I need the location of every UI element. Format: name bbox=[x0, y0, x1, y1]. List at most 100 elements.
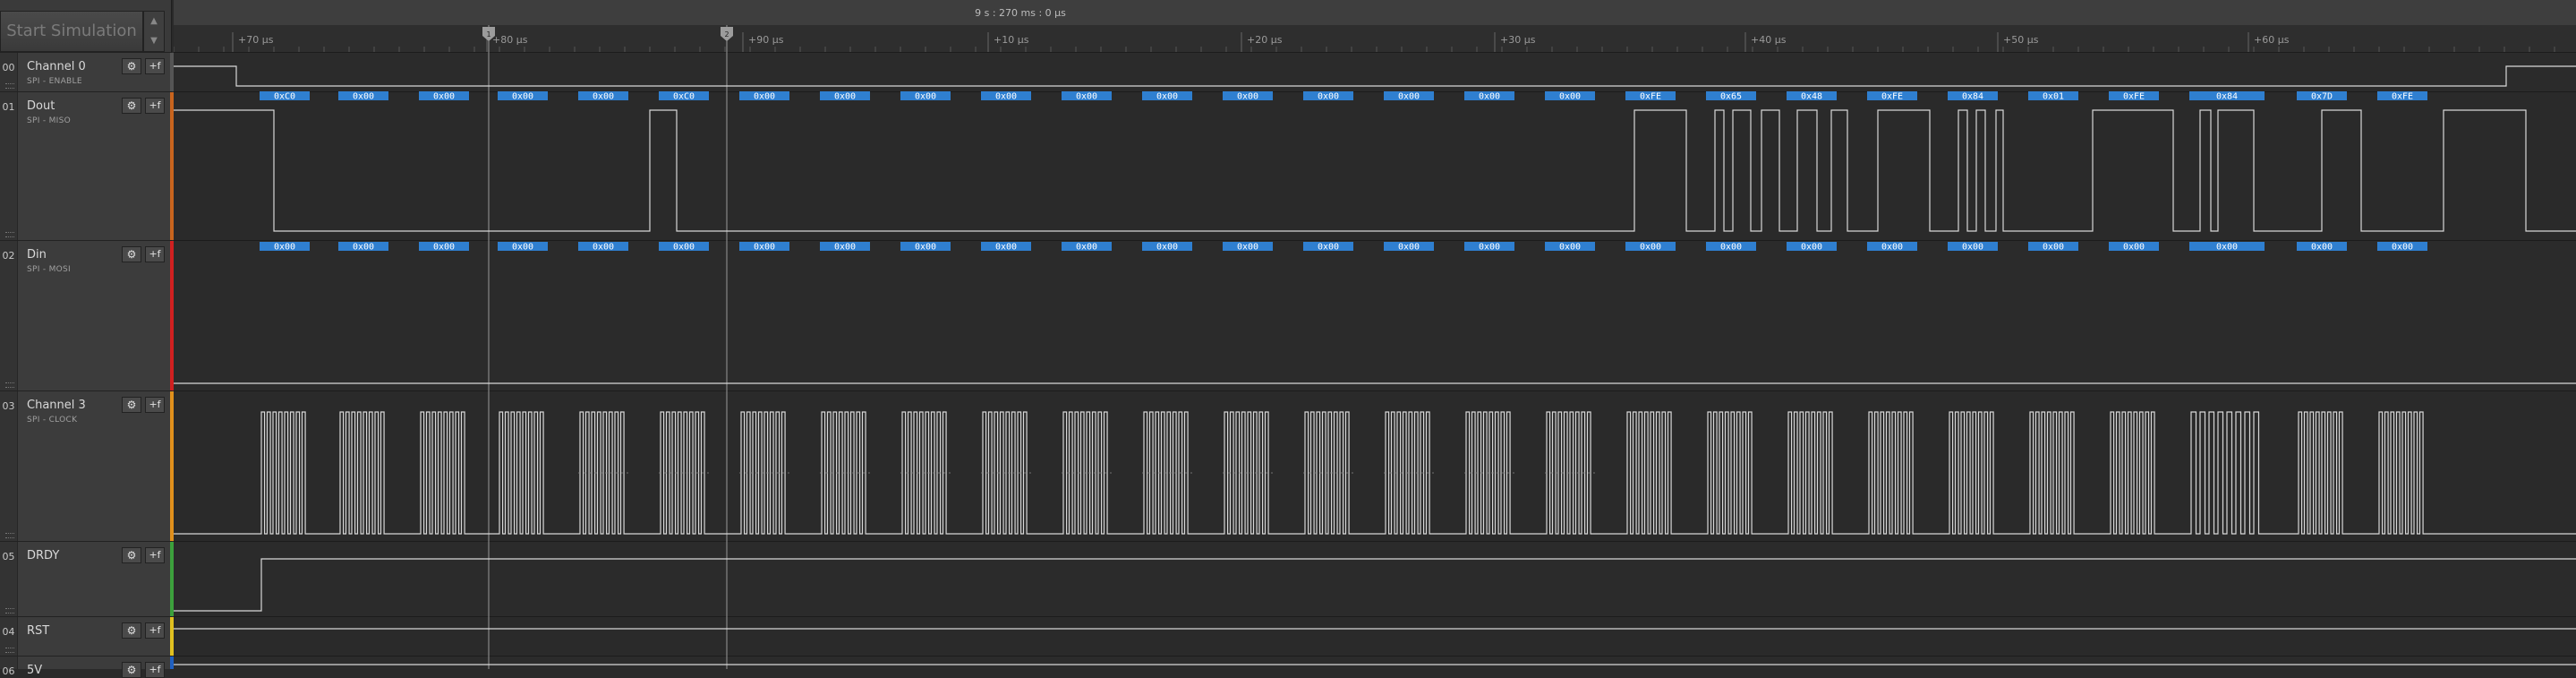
ruler-tick-label: +50 µs bbox=[2003, 34, 2039, 46]
function-icon[interactable]: +f bbox=[145, 547, 165, 563]
channel-name[interactable]: 5V bbox=[27, 664, 42, 677]
decoded-byte-label: 0x00 bbox=[1076, 243, 1097, 253]
decoded-byte-label: 0x00 bbox=[2392, 243, 2413, 253]
channel-lane bbox=[174, 616, 2576, 656]
channel-row-channel-0[interactable]: 00 Channel 0 SPI - ENABLE ⚙ +f bbox=[0, 52, 174, 91]
channel-row-din[interactable]: 02 Din SPI - MOSI ⚙ +f bbox=[0, 240, 174, 390]
channel-protocol: SPI - ENABLE bbox=[27, 77, 82, 86]
channel-panel: Start Simulation ▲ ▼ 00 Channel 0 SPI - EN… bbox=[0, 0, 174, 678]
decoded-byte-label: 0x7D bbox=[2311, 92, 2333, 102]
channel-name[interactable]: RST bbox=[27, 624, 49, 638]
decoded-byte-label: 0x00 bbox=[353, 92, 374, 102]
channel-name[interactable]: Channel 0 bbox=[27, 60, 86, 73]
decoded-byte-label: 0x00 bbox=[433, 92, 455, 102]
decoded-byte-label: 0x00 bbox=[1962, 243, 1983, 253]
decoded-byte-label: 0x01 bbox=[2043, 92, 2064, 102]
decoded-byte-label: 0xFE bbox=[2392, 92, 2413, 102]
function-icon[interactable]: +f bbox=[145, 662, 165, 678]
decoded-byte-label: 0xC0 bbox=[274, 92, 295, 102]
gear-icon[interactable]: ⚙ bbox=[122, 98, 141, 114]
channel-row-5v[interactable]: 06 5V ⚙ +f bbox=[0, 656, 174, 678]
channel-name[interactable]: DRDY bbox=[27, 549, 59, 562]
channel-protocol: SPI - MISO bbox=[27, 116, 71, 125]
gear-icon[interactable]: ⚙ bbox=[122, 246, 141, 262]
channel-row-rst[interactable]: 04 RST ⚙ +f bbox=[0, 616, 174, 656]
waveform-canvas[interactable]: 9 s : 270 ms : 0 µs +70 µs +80 µs +90 µs +10… bbox=[174, 0, 2576, 669]
channel-name[interactable]: Dout bbox=[27, 99, 55, 113]
ruler-tick-label: +90 µs bbox=[748, 34, 784, 46]
decoded-byte-label: 0x00 bbox=[2043, 243, 2064, 253]
function-icon[interactable]: +f bbox=[145, 622, 165, 639]
time-readout: 9 s : 270 ms : 0 µs bbox=[975, 7, 1066, 19]
channel-row-channel-3[interactable]: 03 Channel 3 SPI - CLOCK ⚙ +f bbox=[0, 390, 174, 541]
function-icon[interactable]: +f bbox=[145, 246, 165, 262]
channel-protocol: SPI - CLOCK bbox=[27, 416, 78, 425]
decoded-byte-label: 0x00 bbox=[512, 243, 533, 253]
decoded-byte-label: 0x00 bbox=[593, 92, 614, 102]
channel-row-dout[interactable]: 01 Dout SPI - MISO ⚙ +f bbox=[0, 91, 174, 240]
channel-protocol: SPI - MOSI bbox=[27, 265, 71, 274]
channel-lane bbox=[174, 91, 2576, 240]
channel-lane bbox=[174, 541, 2576, 616]
ruler-tick-label: +30 µs bbox=[1500, 34, 1536, 46]
start-simulation-button[interactable]: Start Simulation bbox=[0, 11, 143, 52]
chevron-down-icon[interactable]: ▼ bbox=[144, 31, 164, 51]
decoded-byte-label: 0x00 bbox=[1398, 92, 1420, 102]
time-ruler bbox=[174, 25, 2576, 52]
resize-grip[interactable] bbox=[5, 382, 14, 388]
decoded-byte-label: 0x00 bbox=[1479, 92, 1500, 102]
decoded-byte-label: 0x00 bbox=[1720, 243, 1742, 253]
decoded-byte-label: 0x00 bbox=[1076, 92, 1097, 102]
decoded-byte-label: 0x00 bbox=[995, 243, 1017, 253]
ruler-tick-label: +10 µs bbox=[994, 34, 1029, 46]
decoded-byte-label: 0x00 bbox=[512, 92, 533, 102]
decoded-byte-label: 0x00 bbox=[433, 243, 455, 253]
decoded-byte-label: 0xFE bbox=[1640, 92, 1661, 102]
decoded-byte-label: 0xFE bbox=[2123, 92, 2145, 102]
channel-lane bbox=[174, 240, 2576, 390]
channel-number: 01 bbox=[0, 92, 18, 240]
channel-name[interactable]: Din bbox=[27, 248, 47, 262]
decoded-byte-label: 0x00 bbox=[915, 92, 936, 102]
resize-grip[interactable] bbox=[5, 232, 14, 237]
ruler-tick-label: +60 µs bbox=[2254, 34, 2290, 46]
function-icon[interactable]: +f bbox=[145, 58, 165, 74]
waveform-area[interactable]: 9 s : 270 ms : 0 µs +70 µs +80 µs +90 µs +10… bbox=[174, 0, 2576, 669]
decoded-byte-label: 0x48 bbox=[1801, 92, 1822, 102]
decoded-byte-label: 0x00 bbox=[915, 243, 936, 253]
gear-icon[interactable]: ⚙ bbox=[122, 662, 141, 678]
decoded-byte-label: 0x00 bbox=[1398, 243, 1420, 253]
function-icon[interactable]: +f bbox=[145, 98, 165, 114]
gear-icon[interactable]: ⚙ bbox=[122, 547, 141, 563]
decoded-byte-label: 0x00 bbox=[1156, 92, 1178, 102]
function-icon[interactable]: +f bbox=[145, 397, 165, 413]
gear-icon[interactable]: ⚙ bbox=[122, 397, 141, 413]
decoded-byte-label: 0x00 bbox=[754, 92, 775, 102]
gear-icon[interactable]: ⚙ bbox=[122, 622, 141, 639]
channel-row-drdy[interactable]: 05 DRDY ⚙ +f bbox=[0, 541, 174, 616]
resize-grip[interactable] bbox=[5, 648, 14, 653]
decoded-byte-label: 0x00 bbox=[353, 243, 374, 253]
decoded-byte-label: 0x00 bbox=[1640, 243, 1661, 253]
resize-grip[interactable] bbox=[5, 608, 14, 614]
decoded-byte-label: 0x00 bbox=[1881, 243, 1903, 253]
decoded-byte-label: 0x00 bbox=[1559, 92, 1581, 102]
decoded-byte-label: 0x00 bbox=[1237, 92, 1258, 102]
simulation-stepper[interactable]: ▲ ▼ bbox=[143, 11, 165, 52]
channel-number: 03 bbox=[0, 391, 18, 541]
gear-icon[interactable]: ⚙ bbox=[122, 58, 141, 74]
channel-name[interactable]: Channel 3 bbox=[27, 399, 86, 412]
resize-grip[interactable] bbox=[5, 533, 14, 538]
decoded-byte-label: 0x00 bbox=[2216, 243, 2238, 253]
decoded-byte-label: 0x00 bbox=[593, 243, 614, 253]
decoded-byte-label: 0x65 bbox=[1720, 92, 1742, 102]
decoded-byte-label: 0x00 bbox=[754, 243, 775, 253]
decoded-byte-label: 0x00 bbox=[1318, 92, 1339, 102]
chevron-up-icon[interactable]: ▲ bbox=[144, 12, 164, 31]
decoded-byte-label: 0x00 bbox=[834, 92, 856, 102]
resize-grip[interactable] bbox=[5, 83, 14, 89]
decoded-byte-label: 0x00 bbox=[995, 92, 1017, 102]
decoded-byte-label: 0x00 bbox=[673, 243, 695, 253]
timing-marker-label: 2 bbox=[724, 30, 729, 39]
decoded-byte-label: 0x00 bbox=[1479, 243, 1500, 253]
